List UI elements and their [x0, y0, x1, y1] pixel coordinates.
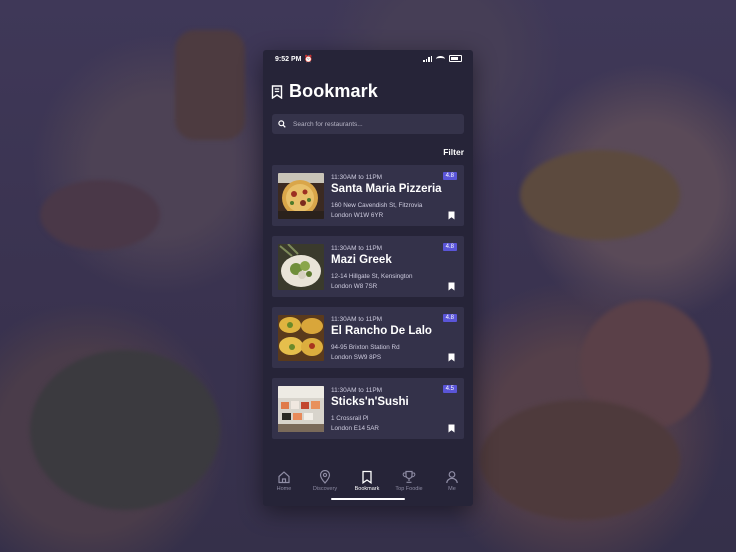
user-icon [446, 471, 458, 484]
address-line-1: 160 New Cavendish St, Fitzrovia [331, 202, 423, 209]
page-title: Bookmark [289, 81, 378, 101]
bottom-tab-bar: Home Discovery Bookmark Top Foodie Me [263, 460, 473, 506]
rating-badge: 4.5 [442, 385, 457, 393]
tab-home[interactable]: Home [263, 470, 305, 492]
restaurant-name[interactable]: El Rancho De Lalo [331, 325, 432, 337]
restaurant-photo-tacos [278, 315, 324, 361]
battery-icon [449, 55, 462, 62]
opening-hours: 11:30AM to 11PM [331, 316, 383, 323]
restaurant-photo-pizza [278, 173, 324, 219]
tab-label: Me [448, 486, 456, 492]
bookmark-icon[interactable] [448, 353, 455, 362]
rating-badge: 4.8 [442, 243, 457, 251]
trophy-icon [402, 470, 416, 483]
tab-discovery[interactable]: Discovery [304, 470, 346, 492]
address-line-1: 94-95 Brixton Station Rd [331, 344, 400, 351]
page-header: Bookmark [271, 81, 378, 102]
address-line-2: London W8 7SR [331, 283, 378, 290]
tab-label: Top Foodie [395, 486, 423, 492]
bookmark-list-icon [271, 84, 283, 99]
search-input[interactable] [291, 119, 455, 129]
search-icon [278, 120, 286, 128]
map-pin-icon [319, 470, 331, 484]
opening-hours: 11:30AM to 11PM [331, 245, 383, 252]
tab-label: Bookmark [354, 486, 380, 492]
phone-screen: 9:52 PM ⏰ Bookmark Filter [263, 50, 473, 506]
tab-label: Home [276, 486, 292, 492]
address-line-2: London W1W 6YR [331, 212, 384, 219]
bookmark-icon[interactable] [448, 211, 455, 220]
bookmark-icon[interactable] [448, 282, 455, 291]
alarm-icon: ⏰ [304, 56, 313, 63]
address-line-1: 12-14 Hillgate St, Kensington [331, 273, 413, 280]
home-indicator[interactable] [331, 498, 405, 500]
restaurant-name[interactable]: Sticks'n'Sushi [331, 396, 409, 408]
filter-button[interactable]: Filter [443, 147, 464, 157]
rating-badge: 4.8 [442, 314, 457, 322]
tab-bookmark[interactable]: Bookmark [346, 470, 388, 492]
restaurant-card[interactable]: 11:30AM to 11PM El Rancho De Lalo 94-95 … [272, 307, 464, 368]
address-line-2: London E14 5AR [331, 425, 379, 432]
tab-me[interactable]: Me [431, 470, 473, 492]
status-time: 9:52 PM [275, 56, 302, 63]
opening-hours: 11:30AM to 11PM [331, 387, 383, 394]
home-icon [278, 471, 290, 484]
restaurant-card[interactable]: 11:30AM to 11PM Sticks'n'Sushi 1 Crossra… [272, 378, 464, 439]
signal-icon [423, 55, 432, 62]
wifi-icon [436, 55, 445, 62]
opening-hours: 11:30AM to 11PM [331, 174, 383, 181]
restaurant-card[interactable]: 11:30AM to 11PM Santa Maria Pizzeria 160… [272, 165, 464, 226]
address-line-2: London SW9 8PS [331, 354, 382, 361]
status-bar: 9:52 PM ⏰ [263, 50, 473, 68]
restaurant-photo-sushi [278, 386, 324, 432]
bookmark-icon[interactable] [448, 424, 455, 433]
address-line-1: 1 Crossrail Pl [331, 415, 369, 422]
tab-top-foodie[interactable]: Top Foodie [388, 470, 430, 492]
restaurant-name[interactable]: Mazi Greek [331, 254, 392, 266]
rating-badge: 4.8 [442, 172, 457, 180]
restaurant-name[interactable]: Santa Maria Pizzeria [331, 183, 442, 195]
bookmark-icon [362, 470, 372, 484]
restaurant-card[interactable]: 11:30AM to 11PM Mazi Greek 12-14 Hillgat… [272, 236, 464, 297]
restaurant-photo-salad [278, 244, 324, 290]
tab-label: Discovery [312, 486, 338, 492]
search-bar[interactable] [272, 114, 464, 134]
